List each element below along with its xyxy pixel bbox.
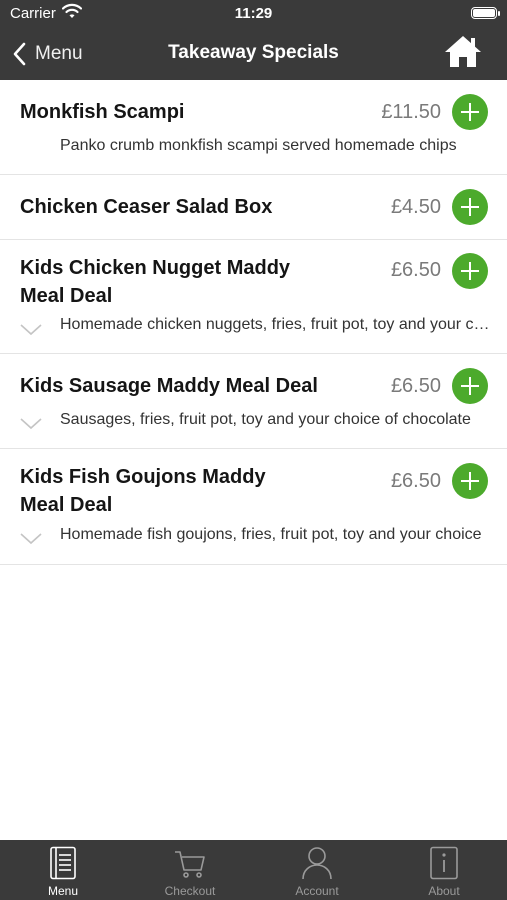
person-icon: [254, 846, 380, 880]
battery-icon: [471, 7, 497, 19]
item-name: Kids Chicken Nugget Maddy Meal Deal: [20, 254, 290, 310]
tab-label: About: [428, 884, 460, 898]
item-name-line2: Meal Deal: [20, 494, 113, 516]
menu-item-list: Monkfish Scampi £11.50 Panko crumb monkf…: [0, 80, 507, 565]
item-price: £6.50: [390, 259, 441, 281]
tab-account[interactable]: Account: [254, 840, 380, 900]
tab-label: Account: [295, 884, 339, 898]
clock: 11:29: [234, 5, 273, 22]
chevron-down-icon[interactable]: [20, 417, 42, 430]
item-description: Homemade fish goujons, fries, fruit pot,…: [60, 526, 482, 543]
chevron-down-icon[interactable]: [20, 532, 42, 545]
add-to-order-button[interactable]: [452, 189, 488, 225]
item-price: £6.50: [390, 375, 441, 397]
tab-label: Checkout: [164, 884, 216, 898]
menu-item[interactable]: Monkfish Scampi £11.50 Panko crumb monkf…: [0, 80, 507, 175]
home-button[interactable]: [444, 34, 482, 70]
menu-item[interactable]: Kids Chicken Nugget Maddy Meal Deal £6.5…: [0, 240, 507, 354]
navigation-bar: Menu Takeaway Specials: [0, 28, 507, 80]
menu-item[interactable]: Kids Fish Goujons Maddy Meal Deal £6.50 …: [0, 449, 507, 565]
battery-tip: [498, 11, 500, 16]
tab-label: Menu: [47, 884, 79, 898]
item-name: Monkfish Scampi: [20, 101, 185, 123]
item-name-line1: Kids Fish Goujons Maddy: [20, 466, 266, 488]
home-icon: [444, 36, 482, 72]
add-to-order-button[interactable]: [452, 253, 488, 289]
add-to-order-button[interactable]: [452, 463, 488, 499]
book-icon: [0, 846, 126, 880]
status-bar: Carrier 11:29: [0, 0, 507, 28]
tab-about[interactable]: About: [381, 840, 507, 900]
item-name: Chicken Ceaser Salad Box: [20, 196, 273, 218]
item-price: £4.50: [390, 196, 441, 218]
add-to-order-button[interactable]: [452, 94, 488, 130]
item-description: Homemade chicken nuggets, fries, fruit p…: [60, 316, 490, 333]
item-price: £6.50: [390, 470, 441, 492]
item-description: Sausages, fries, fruit pot, toy and your…: [60, 411, 471, 428]
tab-checkout[interactable]: Checkout: [127, 840, 253, 900]
tab-menu[interactable]: Menu: [0, 840, 126, 900]
chevron-down-icon[interactable]: [20, 323, 42, 336]
cart-icon: [127, 846, 253, 880]
item-name-line1: Kids Chicken Nugget Maddy: [20, 257, 291, 279]
tab-bar: Menu Checkout Account About: [0, 840, 507, 900]
item-name-line2: Meal Deal: [20, 285, 113, 307]
page-title: Takeaway Specials: [168, 42, 339, 63]
add-to-order-button[interactable]: [452, 368, 488, 404]
item-name: Kids Fish Goujons Maddy Meal Deal: [20, 463, 266, 519]
info-icon: [381, 846, 507, 880]
item-price: £11.50: [381, 101, 441, 123]
item-description: Panko crumb monkfish scampi served homem…: [60, 137, 457, 154]
item-name: Kids Sausage Maddy Meal Deal: [20, 375, 318, 397]
menu-item[interactable]: Chicken Ceaser Salad Box £4.50: [0, 175, 507, 240]
menu-item[interactable]: Kids Sausage Maddy Meal Deal £6.50 Sausa…: [0, 354, 507, 449]
